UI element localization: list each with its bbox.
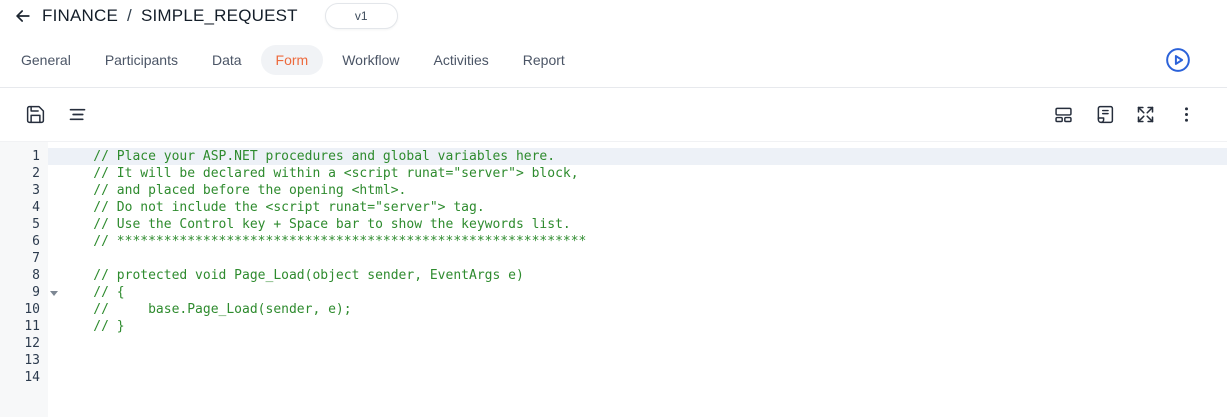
toolbar-right-group — [1052, 104, 1197, 126]
editor-lines: 1 // Place your ASP.NET procedures and g… — [0, 142, 1227, 386]
code-line[interactable]: 4 // Do not include the <script runat="s… — [0, 199, 1227, 216]
tab-workflow[interactable]: Workflow — [327, 45, 414, 75]
code-text — [48, 335, 1227, 352]
page-header: FINANCE / SIMPLE_REQUEST v1 — [0, 0, 1227, 32]
line-number: 11 — [0, 318, 48, 335]
script-button[interactable] — [1093, 104, 1115, 126]
code-line[interactable]: 12 — [0, 335, 1227, 352]
code-text — [48, 369, 1227, 386]
code-text: // and placed before the opening <html>. — [48, 182, 1227, 199]
save-icon — [25, 104, 46, 125]
more-options-button[interactable] — [1175, 104, 1197, 126]
code-line[interactable]: 5 // Use the Control key + Space bar to … — [0, 216, 1227, 233]
breadcrumb: FINANCE / SIMPLE_REQUEST — [42, 6, 298, 26]
line-number: 6 — [0, 233, 48, 250]
tab-data[interactable]: Data — [197, 45, 257, 75]
expand-icon — [1135, 104, 1156, 125]
line-number: 2 — [0, 165, 48, 182]
code-line[interactable]: 9 // { — [0, 284, 1227, 301]
code-text: // *************************************… — [48, 233, 1227, 250]
code-text: // Use the Control key + Space bar to sh… — [48, 216, 1227, 233]
back-button[interactable] — [10, 3, 36, 29]
run-button[interactable] — [1163, 45, 1193, 75]
code-text — [48, 352, 1227, 369]
line-number: 3 — [0, 182, 48, 199]
code-line[interactable]: 8 // protected void Page_Load(object sen… — [0, 267, 1227, 284]
tab-activities[interactable]: Activities — [419, 45, 504, 75]
code-line[interactable]: 6 // ***********************************… — [0, 233, 1227, 250]
tab-form[interactable]: Form — [261, 45, 324, 75]
code-text — [48, 250, 1227, 267]
line-number: 12 — [0, 335, 48, 352]
line-number: 1 — [0, 148, 48, 165]
breadcrumb-app: FINANCE — [42, 6, 118, 26]
save-button[interactable] — [24, 104, 46, 126]
tab-bar: General Participants Data Form Workflow … — [0, 32, 1227, 88]
tab-participants[interactable]: Participants — [90, 45, 193, 75]
line-number: 7 — [0, 250, 48, 267]
tab-general[interactable]: General — [6, 45, 86, 75]
play-circle-icon — [1164, 46, 1192, 74]
line-number: 14 — [0, 369, 48, 386]
line-number: 5 — [0, 216, 48, 233]
fullscreen-button[interactable] — [1134, 104, 1156, 126]
code-line[interactable]: 3 // and placed before the opening <html… — [0, 182, 1227, 199]
code-line[interactable]: 7 — [0, 250, 1227, 267]
layout-icon — [1053, 104, 1074, 125]
line-number: 10 — [0, 301, 48, 318]
code-line[interactable]: 13 — [0, 352, 1227, 369]
breadcrumb-page: SIMPLE_REQUEST — [141, 6, 298, 26]
code-text: // Do not include the <script runat="ser… — [48, 199, 1227, 216]
code-line[interactable]: 11 // } — [0, 318, 1227, 335]
kebab-menu-icon — [1176, 104, 1197, 125]
code-text: // { — [48, 284, 1227, 301]
editor-toolbar — [0, 88, 1227, 142]
layout-button[interactable] — [1052, 104, 1074, 126]
line-number: 4 — [0, 199, 48, 216]
code-text: // protected void Page_Load(object sende… — [48, 267, 1227, 284]
line-number: 9 — [0, 284, 48, 301]
toolbar-left-group — [24, 104, 88, 126]
breadcrumb-separator: / — [127, 6, 132, 26]
arrow-left-icon — [13, 6, 33, 26]
script-scroll-icon — [1094, 104, 1115, 125]
version-badge[interactable]: v1 — [325, 3, 398, 29]
format-button[interactable] — [66, 104, 88, 126]
format-lines-icon — [67, 104, 88, 125]
code-line[interactable]: 1 // Place your ASP.NET procedures and g… — [0, 148, 1227, 165]
code-text: // } — [48, 318, 1227, 335]
code-text: // Place your ASP.NET procedures and glo… — [48, 148, 1227, 165]
code-line[interactable]: 2 // It will be declared within a <scrip… — [0, 165, 1227, 182]
version-label: v1 — [355, 9, 368, 23]
tab-report[interactable]: Report — [508, 45, 580, 75]
line-number: 13 — [0, 352, 48, 369]
fold-caret-icon[interactable] — [50, 291, 58, 296]
code-editor[interactable]: 1 // Place your ASP.NET procedures and g… — [0, 142, 1227, 417]
code-text: // base.Page_Load(sender, e); — [48, 301, 1227, 318]
code-text: // It will be declared within a <script … — [48, 165, 1227, 182]
line-number: 8 — [0, 267, 48, 284]
code-line[interactable]: 14 — [0, 369, 1227, 386]
code-line[interactable]: 10 // base.Page_Load(sender, e); — [0, 301, 1227, 318]
